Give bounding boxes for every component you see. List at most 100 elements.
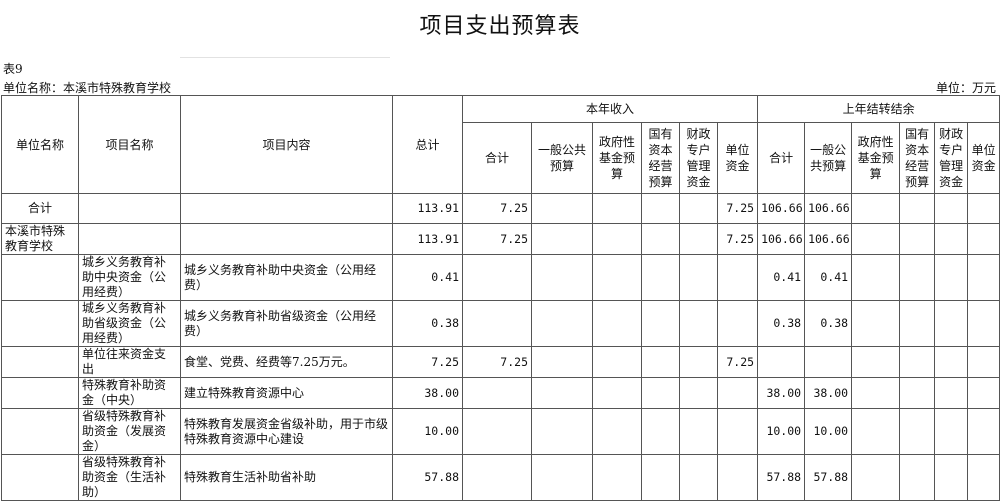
ly-state-cell — [899, 300, 936, 347]
ly-special-cell — [934, 193, 969, 224]
ty-state-cell — [641, 408, 680, 455]
ly-special-cell — [934, 377, 969, 409]
ty-unit-cell: 7.25 — [716, 223, 759, 255]
table-row: 城乡义务教育补助中央资金（公用经费） 城乡义务教育补助中央资金（公用经费） 0.41… — [1, 254, 1000, 301]
project-content-cell: 食堂、党费、经费等7.25万元。 — [180, 346, 393, 378]
ly-general-cell: 0.41 — [804, 254, 853, 301]
header-ty-special-account: 财政专户管理资金 — [679, 122, 718, 194]
ty-special-cell — [679, 223, 718, 255]
ly-general-cell: 57.88 — [804, 454, 853, 501]
ly-total-cell: 0.38 — [757, 300, 806, 347]
ly-state-cell — [899, 377, 936, 409]
ly-special-cell — [934, 254, 969, 301]
ty-state-cell — [641, 377, 680, 409]
ty-total-cell — [462, 454, 532, 501]
project-name-cell: 特殊教育补助资金（中央） — [78, 377, 181, 409]
header-ly-state-capital: 国有资本经营预算 — [899, 122, 936, 194]
header-unit-name: 单位名称 — [1, 95, 79, 194]
ty-general-cell — [531, 408, 593, 455]
unit-name-cell — [1, 300, 79, 347]
header-project-name: 项目名称 — [78, 95, 181, 194]
ly-state-cell — [899, 346, 936, 378]
ty-special-cell — [679, 254, 718, 301]
ly-fund-cell — [851, 223, 901, 255]
ly-fund-cell — [851, 408, 901, 455]
ty-state-cell — [641, 346, 680, 378]
header-ly-unit-funds: 单位资金 — [967, 122, 1000, 194]
header-ly-general-budget: 一般公共预算 — [804, 122, 853, 194]
unit-name-cell — [1, 254, 79, 301]
header-ty-gov-fund: 政府性基金预算 — [592, 122, 642, 194]
header-this-year-income: 本年收入 — [461, 95, 759, 123]
project-content-cell: 城乡义务教育补助省级资金（公用经费） — [180, 300, 393, 347]
page-title: 项目支出预算表 — [419, 14, 581, 39]
ly-unit-cell — [967, 408, 1000, 455]
project-name-cell: 城乡义务教育补助中央资金（公用经费） — [78, 254, 181, 301]
total-cell: 113.91 — [392, 223, 463, 255]
ly-unit-cell — [967, 454, 1000, 501]
ty-special-cell — [679, 454, 718, 501]
unit-name-cell — [1, 377, 79, 409]
project-name-cell — [78, 223, 181, 255]
ty-fund-cell — [592, 346, 642, 378]
project-content-cell: 特殊教育发展资金省级补助，用于市级特殊教育资源中心建设 — [180, 408, 393, 455]
ty-fund-cell — [592, 300, 642, 347]
header-ty-general-budget: 一般公共预算 — [531, 122, 593, 194]
ty-special-cell — [679, 408, 718, 455]
ty-state-cell — [641, 223, 680, 255]
ty-total-cell — [462, 377, 532, 409]
ty-state-cell — [641, 254, 680, 301]
ty-special-cell — [679, 300, 718, 347]
ly-special-cell — [934, 223, 969, 255]
ty-unit-cell — [716, 300, 759, 347]
ly-special-cell — [934, 346, 969, 378]
project-name-cell: 省级特殊教育补助资金（生活补助） — [78, 454, 181, 501]
total-cell: 7.25 — [392, 346, 463, 378]
ly-unit-cell — [967, 300, 1000, 347]
ty-general-cell — [531, 454, 593, 501]
header-ty-unit-funds: 单位资金 — [716, 122, 759, 194]
header-ly-gov-fund: 政府性基金预算 — [851, 122, 901, 194]
project-name-cell: 城乡义务教育补助省级资金（公用经费） — [78, 300, 181, 347]
ty-fund-cell — [592, 254, 642, 301]
header-ly-special-account: 财政专户管理资金 — [934, 122, 969, 194]
ty-fund-cell — [592, 193, 642, 224]
header-last-year-carryover: 上年结转结余 — [757, 95, 1000, 123]
project-content-cell: 特殊教育生活补助省补助 — [180, 454, 393, 501]
table-row: 省级特殊教育补助资金（生活补助） 特殊教育生活补助省补助 57.88 57.88 57.… — [1, 454, 1000, 501]
ly-fund-cell — [851, 346, 901, 378]
project-content-cell — [180, 193, 393, 224]
divider — [180, 57, 390, 58]
ly-unit-cell — [967, 377, 1000, 409]
header-ty-total: 合计 — [462, 122, 532, 194]
ly-general-cell: 106.66 — [804, 223, 853, 255]
project-content-cell: 城乡义务教育补助中央资金（公用经费） — [180, 254, 393, 301]
ty-special-cell — [679, 377, 718, 409]
ty-special-cell — [679, 346, 718, 378]
project-content-cell: 建立特殊教育资源中心 — [180, 377, 393, 409]
unit-name-cell — [1, 346, 79, 378]
unit-name-label: 单位名称：本溪市特殊教育学校 — [3, 81, 172, 95]
ly-total-cell: 106.66 — [757, 223, 806, 255]
ly-fund-cell — [851, 377, 901, 409]
total-cell: 0.41 — [392, 254, 463, 301]
table-row: 省级特殊教育补助资金（发展资金） 特殊教育发展资金省级补助，用于市级特殊教育资源中… — [1, 408, 1000, 455]
header-total: 总计 — [392, 95, 463, 194]
total-cell: 10.00 — [392, 408, 463, 455]
ty-fund-cell — [592, 454, 642, 501]
ly-total-cell: 0.41 — [757, 254, 806, 301]
ty-general-cell — [531, 223, 593, 255]
ty-state-cell — [641, 454, 680, 501]
ly-general-cell — [804, 346, 853, 378]
ly-state-cell — [899, 193, 936, 224]
ty-total-cell: 7.25 — [462, 223, 532, 255]
currency-unit-label: 单位：万元 — [935, 81, 996, 95]
unit-name-cell — [1, 454, 79, 501]
unit-name-cell: 合计 — [1, 193, 79, 224]
ly-state-cell — [899, 454, 936, 501]
ly-total-cell — [757, 346, 806, 378]
table-row-total: 合计 113.91 7.25 7.25 106.66 106.66 — [1, 193, 1000, 224]
ly-state-cell — [899, 254, 936, 301]
unit-name-cell — [1, 408, 79, 455]
ly-total-cell: 38.00 — [757, 377, 806, 409]
